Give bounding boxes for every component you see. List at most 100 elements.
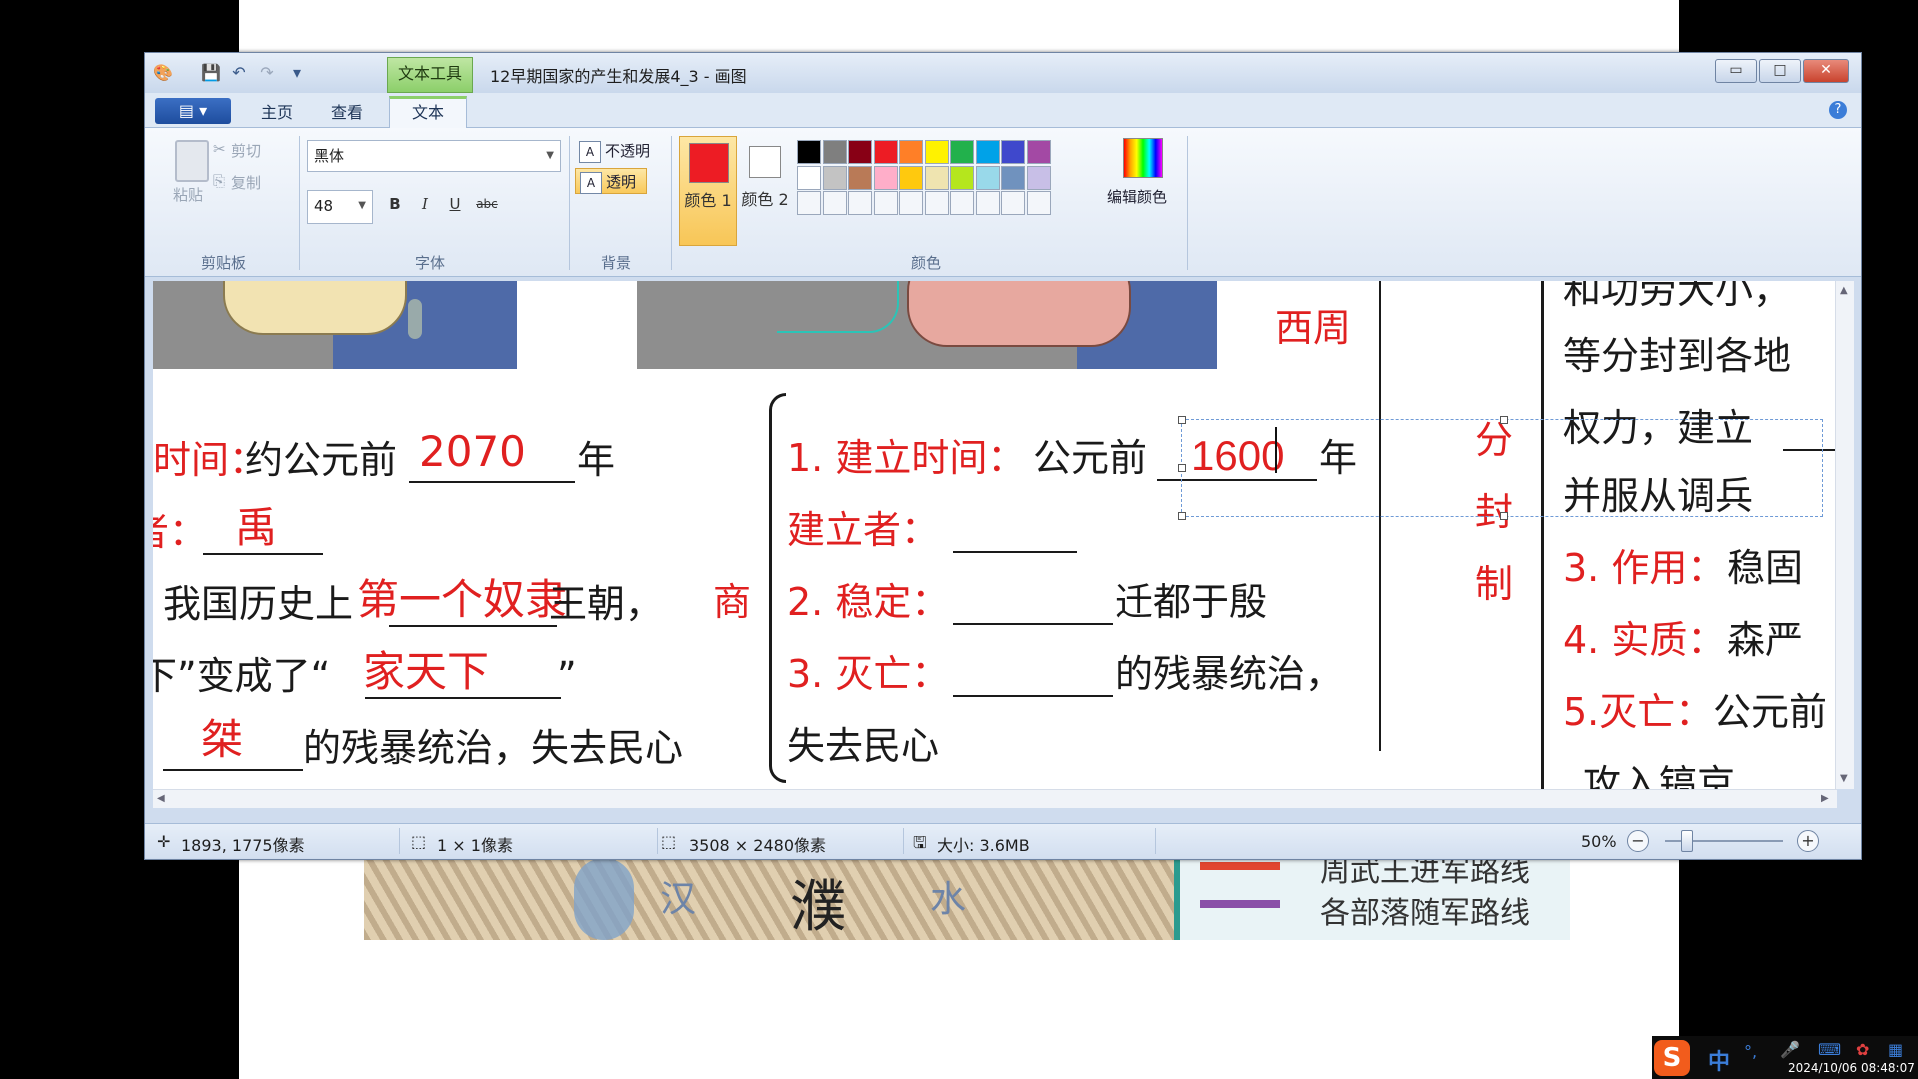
palette-color-swatch[interactable]: [975, 140, 1000, 164]
color1-label: 颜色 1: [684, 191, 732, 210]
underline-button[interactable]: U: [441, 190, 469, 218]
cut-button[interactable]: 剪切: [231, 140, 261, 161]
tab-text[interactable]: 文本: [389, 96, 467, 129]
right-line0: 和功劳大小，: [1563, 281, 1792, 312]
palette-color-swatch[interactable]: [975, 165, 1000, 190]
file-menu-button[interactable]: ▤ ▾: [155, 98, 231, 124]
drawing-canvas[interactable]: 时间： 约公元前 2070 年 者： 禹 我国历史上 第一个奴隶 王朝， 下”变…: [153, 281, 1837, 789]
palette-color-swatch[interactable]: [797, 165, 821, 190]
resize-handle[interactable]: [1178, 512, 1186, 520]
legend-arrow-purple: [1200, 900, 1280, 908]
resize-handle[interactable]: [1178, 416, 1186, 424]
blank-underline: [409, 481, 575, 483]
left-year-suffix: 年: [577, 438, 616, 482]
zoom-in-button[interactable]: +: [1797, 830, 1819, 852]
palette-color-swatch[interactable]: [848, 165, 872, 190]
transparent-option[interactable]: A 透明: [575, 168, 647, 194]
palette-color-swatch[interactable]: [950, 165, 974, 190]
ime-mode-indicator[interactable]: 中: [1708, 1044, 1730, 1076]
font-size-value: 48: [314, 197, 334, 215]
palette-color-swatch[interactable]: [822, 165, 847, 190]
palette-color-swatch[interactable]: [848, 191, 872, 215]
skin-icon[interactable]: ✿: [1856, 1040, 1869, 1059]
horizontal-scrollbar[interactable]: ◀ ▶: [153, 789, 1837, 808]
palette-color-swatch[interactable]: [822, 140, 847, 164]
palette-color-swatch[interactable]: [873, 140, 898, 164]
disk-icon: 🖫: [913, 833, 927, 852]
selection-size-icon: ⬚: [411, 832, 427, 851]
toolbox-icon[interactable]: ▦: [1888, 1040, 1903, 1059]
help-icon[interactable]: ?: [1829, 101, 1847, 119]
scroll-left-icon[interactable]: ◀: [157, 793, 165, 804]
scissors-icon[interactable]: ✂: [213, 140, 226, 158]
palette-color-swatch[interactable]: [1026, 140, 1051, 164]
paint-app-icon[interactable]: 🎨: [153, 63, 173, 83]
mic-icon[interactable]: 🎤: [1780, 1040, 1800, 1059]
color2-button[interactable]: 颜色 2: [737, 136, 793, 244]
copy-icon[interactable]: ⎘: [213, 172, 225, 190]
scroll-down-icon[interactable]: ▼: [1840, 773, 1848, 784]
paste-button[interactable]: 粘贴: [173, 184, 203, 205]
tab-home[interactable]: 主页: [245, 99, 309, 127]
selection-size: 1 × 1像素: [437, 836, 513, 855]
vertical-scrollbar[interactable]: ▲ ▼: [1835, 281, 1854, 789]
font-family-select[interactable]: 黑体 ▼: [307, 140, 561, 172]
palette-color-swatch[interactable]: [950, 191, 974, 215]
zoom-slider-thumb[interactable]: [1681, 830, 1693, 852]
palette-color-swatch[interactable]: [797, 191, 821, 215]
edit-colors-icon[interactable]: [1123, 138, 1163, 178]
palette-color-swatch[interactable]: [975, 191, 1000, 215]
clipboard-icon[interactable]: [175, 140, 209, 182]
punctuation-icon[interactable]: °,: [1744, 1042, 1757, 1061]
palette-color-swatch[interactable]: [873, 165, 898, 190]
zoom-out-button[interactable]: −: [1627, 830, 1649, 852]
blank-underline: [953, 623, 1113, 625]
opaque-option[interactable]: A 不透明: [575, 138, 659, 164]
palette-color-swatch[interactable]: [924, 165, 949, 190]
scroll-up-icon[interactable]: ▲: [1840, 285, 1848, 296]
text-box-selection[interactable]: [1178, 416, 1823, 520]
palette-color-swatch[interactable]: [1001, 191, 1025, 215]
color1-swatch: [689, 143, 729, 183]
maximize-button[interactable]: □: [1759, 59, 1801, 83]
palette-color-swatch[interactable]: [1001, 140, 1025, 164]
resize-handle[interactable]: [1500, 416, 1508, 424]
palette-color-swatch[interactable]: [822, 191, 847, 215]
palette-color-swatch[interactable]: [899, 140, 923, 164]
redo-icon[interactable]: ↷: [257, 63, 277, 83]
edit-colors-button[interactable]: 编辑颜色: [1107, 186, 1167, 207]
minimize-button[interactable]: ▭: [1715, 59, 1757, 83]
bold-button[interactable]: B: [381, 190, 409, 218]
palette-color-swatch[interactable]: [1026, 165, 1051, 190]
font-size-select[interactable]: 48 ▼: [307, 190, 373, 224]
palette-color-swatch[interactable]: [1026, 191, 1051, 215]
palette-color-swatch[interactable]: [899, 191, 923, 215]
resize-handle[interactable]: [1500, 512, 1508, 520]
sogou-ime-icon[interactable]: S: [1654, 1040, 1690, 1076]
palette-color-swatch[interactable]: [899, 165, 923, 190]
palette-color-swatch[interactable]: [797, 140, 821, 164]
strikethrough-button[interactable]: abc: [471, 190, 503, 218]
palette-color-swatch[interactable]: [873, 191, 898, 215]
palette-color-swatch[interactable]: [848, 140, 872, 164]
palette-color-swatch[interactable]: [1001, 165, 1025, 190]
scroll-right-icon[interactable]: ▶: [1821, 793, 1829, 804]
left-founder-label: 者：: [153, 510, 208, 554]
undo-icon[interactable]: ↶: [229, 63, 249, 83]
right-line7: 攻入镐京: [1583, 762, 1736, 789]
palette-color-swatch[interactable]: [950, 140, 974, 164]
resize-handle[interactable]: [1178, 464, 1186, 472]
italic-button[interactable]: I: [411, 190, 439, 218]
left-line4-prefix: 下”变成了“: [153, 654, 331, 698]
palette-color-swatch[interactable]: [924, 191, 949, 215]
close-button[interactable]: ✕: [1803, 59, 1849, 83]
right-essence-label: 4. 实质：: [1563, 618, 1726, 662]
copy-button[interactable]: 复制: [231, 172, 261, 193]
answer-2070: 2070: [419, 427, 526, 476]
palette-color-swatch[interactable]: [924, 140, 949, 164]
save-icon[interactable]: 💾: [201, 63, 221, 83]
tab-view[interactable]: 查看: [315, 99, 379, 127]
keyboard-icon[interactable]: ⌨: [1818, 1040, 1841, 1059]
color1-button[interactable]: 颜色 1: [679, 136, 737, 246]
quick-access-dropdown-icon[interactable]: ▾: [287, 63, 307, 83]
